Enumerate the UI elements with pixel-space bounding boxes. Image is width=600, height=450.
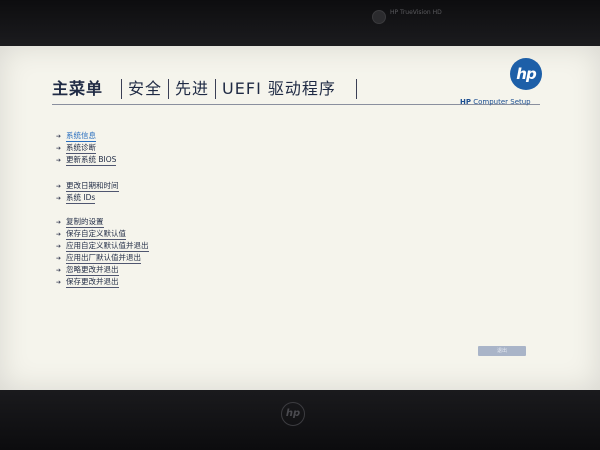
menu-item-apply-custom-defaults-exit[interactable]: ➔ 应用自定义默认值并退出 — [56, 240, 149, 252]
right-arrow-icon: ➔ — [56, 218, 62, 226]
exit-button[interactable]: 退出 — [478, 346, 526, 356]
menu-item-label: 更改日期和时间 — [66, 180, 119, 192]
menu-item-update-bios[interactable]: ➔ 更新系统 BIOS — [56, 154, 117, 166]
menu-item-label: 系统诊断 — [66, 142, 96, 154]
bezel-top: HP TrueVision HD — [0, 0, 600, 48]
menu-item-label: 忽略更改并退出 — [66, 264, 119, 276]
menu-item-label: 应用出厂默认值并退出 — [66, 252, 141, 264]
right-arrow-icon: ➔ — [56, 254, 62, 262]
tab-main-menu[interactable]: 主菜单 — [52, 78, 121, 100]
bezel-hp-logo: hp — [281, 402, 305, 426]
tab-separator — [355, 79, 357, 99]
webcam-icon — [372, 10, 386, 24]
menu-item-system-info[interactable]: ➔ 系统信息 — [56, 130, 116, 142]
menu-item-label: 复制的设置 — [66, 216, 104, 228]
menu-item-replicated-setup[interactable]: ➔ 复制的设置 — [56, 216, 149, 228]
hp-logo: hp — [510, 58, 542, 90]
right-arrow-icon: ➔ — [56, 242, 62, 250]
tab-bar: 主菜单 安全 先进 UEFI 驱动程序 — [52, 76, 357, 102]
camera-label: HP TrueVision HD — [390, 9, 442, 16]
right-arrow-icon: ➔ — [56, 194, 62, 202]
bios-screen: 主菜单 安全 先进 UEFI 驱动程序 hp HP Computer Setup… — [0, 46, 600, 390]
tab-uefi-drivers[interactable]: UEFI 驱动程序 — [216, 78, 342, 100]
menu-group-system: ➔ 系统信息 ➔ 系统诊断 ➔ 更新系统 BIOS — [56, 130, 117, 166]
menu-group-settings: ➔ 复制的设置 ➔ 保存自定义默认值 ➔ 应用自定义默认值并退出 ➔ 应用出厂默… — [56, 216, 149, 288]
menu-item-label: 系统信息 — [66, 130, 96, 142]
menu-item-system-ids[interactable]: ➔ 系统 IDs — [56, 192, 119, 204]
menu-group-date: ➔ 更改日期和时间 ➔ 系统 IDs — [56, 180, 119, 204]
right-arrow-icon: ➔ — [56, 278, 62, 286]
brand-name-rest: Computer Setup — [471, 98, 531, 106]
menu-item-label: 应用自定义默认值并退出 — [66, 240, 149, 252]
menu-item-label: 更新系统 BIOS — [66, 154, 117, 166]
right-arrow-icon: ➔ — [56, 266, 62, 274]
tab-advanced[interactable]: 先进 — [169, 78, 215, 100]
brand-name-bold: HP — [460, 98, 471, 106]
menu-item-apply-factory-defaults-exit[interactable]: ➔ 应用出厂默认值并退出 — [56, 252, 149, 264]
menu-item-label: 保存更改并退出 — [66, 276, 119, 288]
tab-security[interactable]: 安全 — [122, 78, 168, 100]
right-arrow-icon: ➔ — [56, 144, 62, 152]
menu-item-change-date-time[interactable]: ➔ 更改日期和时间 — [56, 180, 119, 192]
menu-item-label: 系统 IDs — [66, 192, 96, 204]
menu-item-save-changes-exit[interactable]: ➔ 保存更改并退出 — [56, 276, 149, 288]
menu-item-system-diagnostics[interactable]: ➔ 系统诊断 — [56, 142, 116, 154]
menu-item-label: 保存自定义默认值 — [66, 228, 126, 240]
right-arrow-icon: ➔ — [56, 156, 62, 164]
menu-item-ignore-changes-exit[interactable]: ➔ 忽略更改并退出 — [56, 264, 149, 276]
menu-item-save-custom-defaults[interactable]: ➔ 保存自定义默认值 — [56, 228, 149, 240]
right-arrow-icon: ➔ — [56, 230, 62, 238]
right-arrow-icon: ➔ — [56, 132, 62, 140]
brand-title: HP Computer Setup — [460, 98, 531, 106]
right-arrow-icon: ➔ — [56, 182, 62, 190]
